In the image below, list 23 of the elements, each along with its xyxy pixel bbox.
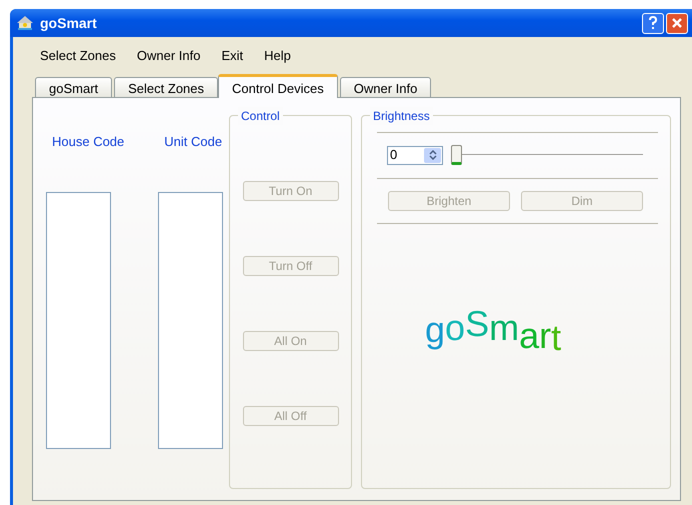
tab[interactable]: Control Devices xyxy=(218,74,338,98)
house-icon xyxy=(16,15,34,31)
list-box[interactable] xyxy=(158,192,224,448)
tab[interactable]: Owner Info xyxy=(340,77,432,97)
list-label: House Code xyxy=(52,133,124,151)
list-label: Unit Code xyxy=(164,133,222,151)
spinner-arrows-icon[interactable] xyxy=(424,148,441,162)
slider-track[interactable] xyxy=(451,145,643,165)
close-button[interactable] xyxy=(666,12,688,34)
tab[interactable]: goSmart xyxy=(35,77,112,97)
logo: goSmart xyxy=(425,312,562,348)
number-spinner[interactable]: 0 xyxy=(387,146,443,164)
tab[interactable]: Select Zones xyxy=(114,77,218,97)
close-icon xyxy=(671,17,683,29)
window-title: goSmart xyxy=(40,14,97,33)
menu-item[interactable]: Owner Info xyxy=(136,46,200,66)
help-button[interactable] xyxy=(642,12,664,34)
menu-item[interactable]: Help xyxy=(264,46,291,66)
question-mark-icon xyxy=(648,16,658,30)
slider-thumb[interactable] xyxy=(451,145,462,165)
menu-item[interactable]: Exit xyxy=(221,46,244,66)
menu-item[interactable]: Select Zones xyxy=(40,46,116,66)
list-box[interactable] xyxy=(46,192,111,448)
